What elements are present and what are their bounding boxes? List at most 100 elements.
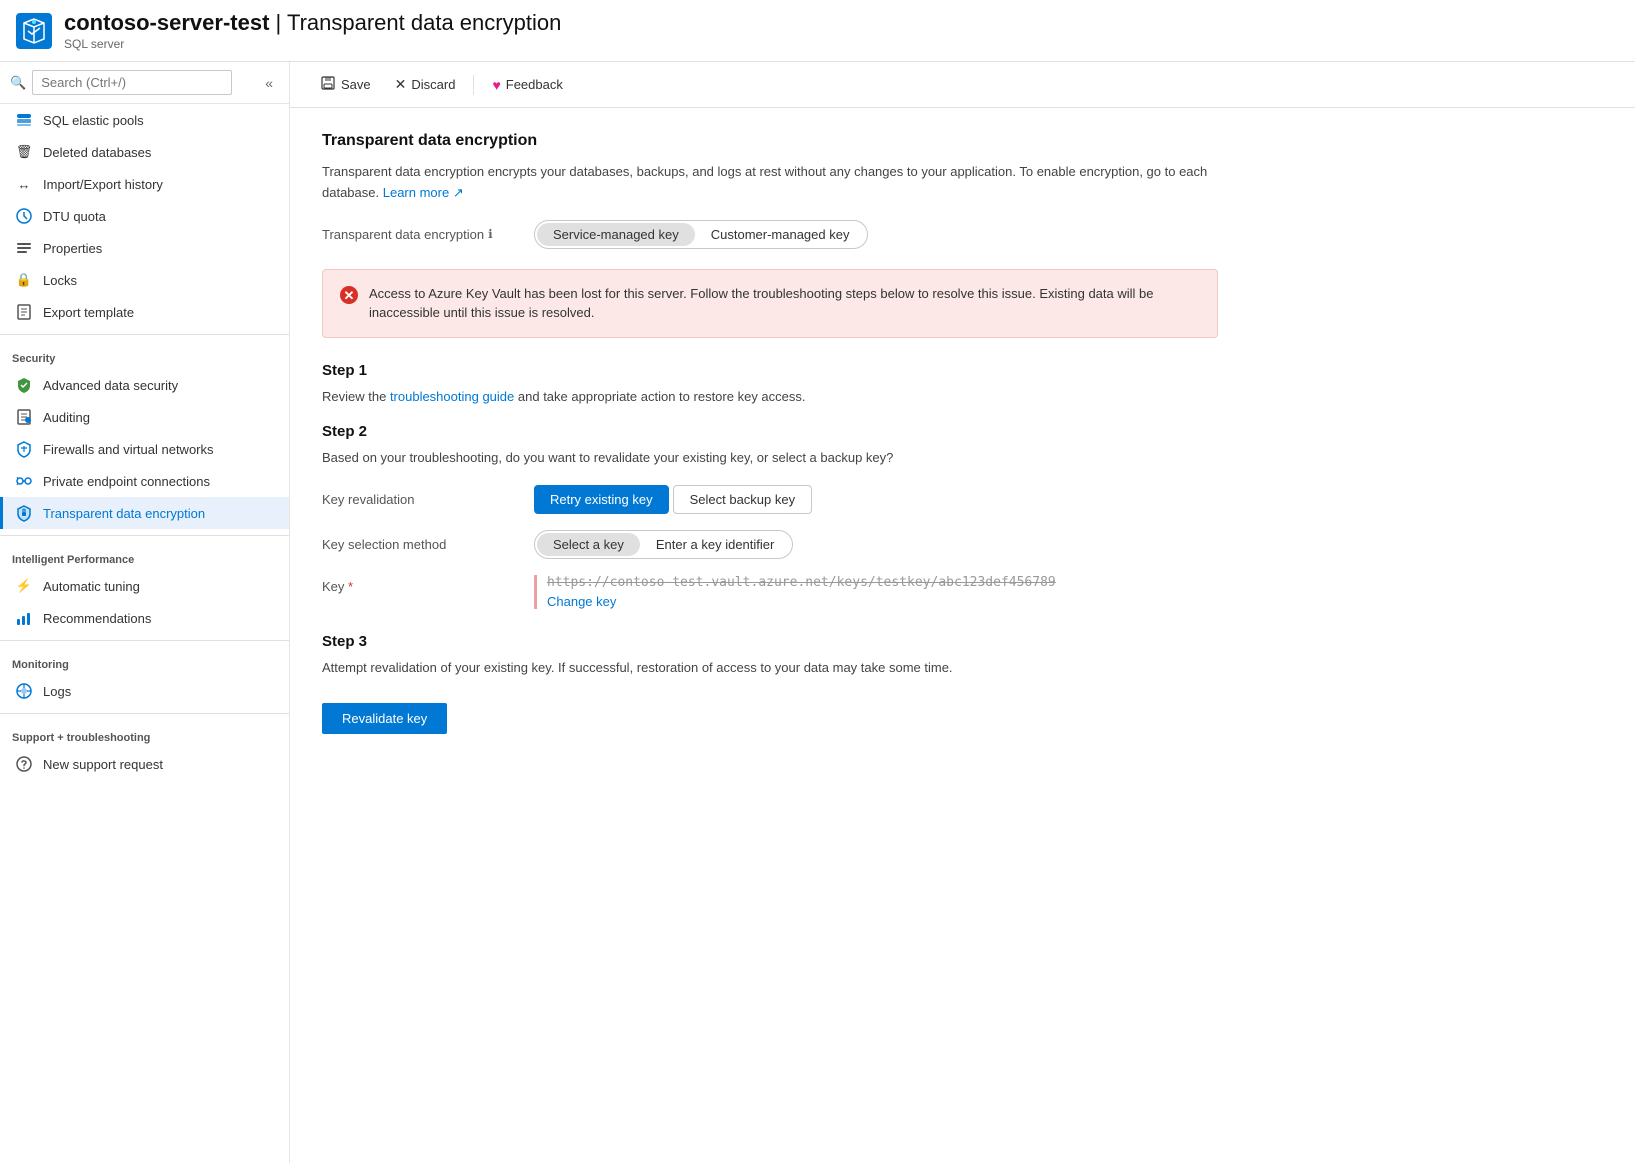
- learn-more-link[interactable]: Learn more ↗: [383, 185, 464, 200]
- step1-title: Step 1: [322, 362, 1218, 379]
- save-button[interactable]: Save: [310, 70, 381, 99]
- troubleshooting-link-label: troubleshooting guide: [390, 389, 514, 404]
- sidebar-item-label: SQL elastic pools: [43, 113, 144, 128]
- troubleshooting-guide-link[interactable]: troubleshooting guide: [390, 389, 518, 404]
- key-selection-toggle: Select a key Enter a key identifier: [534, 530, 793, 559]
- database-icon: [15, 111, 33, 129]
- main-layout: 🔍 « SQL elastic pools 🗑 Deleted database…: [0, 62, 1635, 1163]
- page-title: Transparent data encryption: [287, 10, 561, 35]
- sidebar: 🔍 « SQL elastic pools 🗑 Deleted database…: [0, 62, 290, 1163]
- content-area: Save ✕ Discard ♥ Feedback Transparent da…: [290, 62, 1635, 1163]
- sidebar-item-new-support-request[interactable]: New support request: [0, 748, 289, 780]
- quota-icon: [15, 207, 33, 225]
- key-field-label: Key *: [322, 575, 522, 594]
- import-icon: ↔: [15, 175, 33, 193]
- alert-text: Access to Azure Key Vault has been lost …: [369, 284, 1201, 323]
- sidebar-item-export-template[interactable]: Export template: [0, 296, 289, 328]
- sidebar-item-sql-elastic-pools[interactable]: SQL elastic pools: [0, 104, 289, 136]
- sidebar-item-advanced-data-security[interactable]: Advanced data security: [0, 369, 289, 401]
- sidebar-search-area: 🔍 «: [0, 62, 289, 104]
- sidebar-item-label: DTU quota: [43, 209, 106, 224]
- encryption-label-text: Transparent data encryption: [322, 227, 484, 242]
- sidebar-item-auditing[interactable]: Auditing: [0, 401, 289, 433]
- sidebar-item-label: New support request: [43, 757, 163, 772]
- change-key-link[interactable]: Change key: [547, 594, 616, 609]
- save-label: Save: [341, 77, 371, 92]
- key-revalidation-btn-group: Retry existing key Select backup key: [534, 485, 812, 514]
- info-icon[interactable]: ℹ: [488, 227, 493, 241]
- step1-desc-text: Review the: [322, 389, 386, 404]
- sidebar-item-label: Locks: [43, 273, 77, 288]
- sidebar-item-dtu-quota[interactable]: DTU quota: [0, 200, 289, 232]
- intelligent-divider: [0, 535, 289, 536]
- lock-icon: 🔒: [15, 271, 33, 289]
- sidebar-item-deleted-databases[interactable]: 🗑 Deleted databases: [0, 136, 289, 168]
- trash-icon: 🗑: [15, 143, 33, 161]
- step2-description: Based on your troubleshooting, do you wa…: [322, 448, 1218, 469]
- select-backup-key-button[interactable]: Select backup key: [673, 485, 813, 514]
- key-revalidation-label: Key revalidation: [322, 492, 522, 507]
- service-managed-key-option[interactable]: Service-managed key: [537, 223, 695, 246]
- select-key-option[interactable]: Select a key: [537, 533, 640, 556]
- customer-managed-key-option[interactable]: Customer-managed key: [695, 223, 866, 246]
- save-icon: [320, 75, 336, 94]
- sidebar-item-recommendations[interactable]: Recommendations: [0, 602, 289, 634]
- step3-description: Attempt revalidation of your existing ke…: [322, 658, 1218, 679]
- sidebar-item-label: Deleted databases: [43, 145, 151, 160]
- monitoring-section-label: Monitoring: [0, 647, 289, 675]
- header: contoso-server-test | Transparent data e…: [0, 0, 1635, 62]
- logs-icon: [15, 682, 33, 700]
- firewall-icon: [15, 440, 33, 458]
- sidebar-item-properties[interactable]: Properties: [0, 232, 289, 264]
- sidebar-item-automatic-tuning[interactable]: ⚡ Automatic tuning: [0, 570, 289, 602]
- search-input[interactable]: [32, 70, 232, 95]
- sidebar-item-firewalls[interactable]: Firewalls and virtual networks: [0, 433, 289, 465]
- search-icon: 🔍: [10, 75, 26, 91]
- toolbar-divider: [473, 75, 474, 95]
- encryption-field-row: Transparent data encryption ℹ Service-ma…: [322, 220, 1218, 249]
- key-selection-method-label: Key selection method: [322, 537, 522, 552]
- support-icon: [15, 755, 33, 773]
- monitoring-divider: [0, 640, 289, 641]
- toolbar: Save ✕ Discard ♥ Feedback: [290, 62, 1635, 108]
- reco-icon: [15, 609, 33, 627]
- page-description: Transparent data encryption encrypts you…: [322, 162, 1218, 204]
- separator: |: [276, 10, 287, 35]
- sidebar-item-import-export[interactable]: ↔ Import/Export history: [0, 168, 289, 200]
- step1-description: Review the troubleshooting guide and tak…: [322, 387, 1218, 408]
- alert-error-icon: ✕: [339, 285, 359, 310]
- sidebar-item-label: Automatic tuning: [43, 579, 140, 594]
- sidebar-item-transparent-data-encryption[interactable]: Transparent data encryption: [0, 497, 289, 529]
- sidebar-item-label: Advanced data security: [43, 378, 178, 393]
- header-title-block: contoso-server-test | Transparent data e…: [64, 10, 561, 51]
- security-divider: [0, 334, 289, 335]
- feedback-button[interactable]: ♥ Feedback: [482, 72, 572, 98]
- bolt-icon: ⚡: [15, 577, 33, 595]
- retry-existing-key-button[interactable]: Retry existing key: [534, 485, 669, 514]
- sidebar-item-private-endpoint[interactable]: Private endpoint connections: [0, 465, 289, 497]
- audit-icon: [15, 408, 33, 426]
- properties-icon: [15, 239, 33, 257]
- discard-button[interactable]: ✕ Discard: [385, 71, 466, 98]
- enter-identifier-option[interactable]: Enter a key identifier: [640, 533, 791, 556]
- sidebar-item-label: Recommendations: [43, 611, 151, 626]
- step1-desc-text2: and take appropriate action to restore k…: [518, 389, 806, 404]
- sidebar-item-label: Transparent data encryption: [43, 506, 205, 521]
- feedback-label: Feedback: [506, 77, 563, 92]
- collapse-button[interactable]: «: [259, 73, 279, 93]
- key-type-toggle-group: Service-managed key Customer-managed key: [534, 220, 868, 249]
- feedback-heart-icon: ♥: [492, 77, 500, 93]
- sidebar-item-label: Export template: [43, 305, 134, 320]
- revalidate-key-button[interactable]: Revalidate key: [322, 703, 447, 734]
- sidebar-item-label: Import/Export history: [43, 177, 163, 192]
- sidebar-item-logs[interactable]: Logs: [0, 675, 289, 707]
- required-marker: *: [348, 579, 353, 594]
- support-section-label: Support + troubleshooting: [0, 720, 289, 748]
- key-label-text: Key: [322, 579, 344, 594]
- svg-text:✕: ✕: [344, 288, 355, 303]
- encrypt-icon: [15, 504, 33, 522]
- learn-more-label: Learn more: [383, 185, 449, 200]
- sidebar-item-locks[interactable]: 🔒 Locks: [0, 264, 289, 296]
- support-divider: [0, 713, 289, 714]
- discard-label: Discard: [411, 77, 455, 92]
